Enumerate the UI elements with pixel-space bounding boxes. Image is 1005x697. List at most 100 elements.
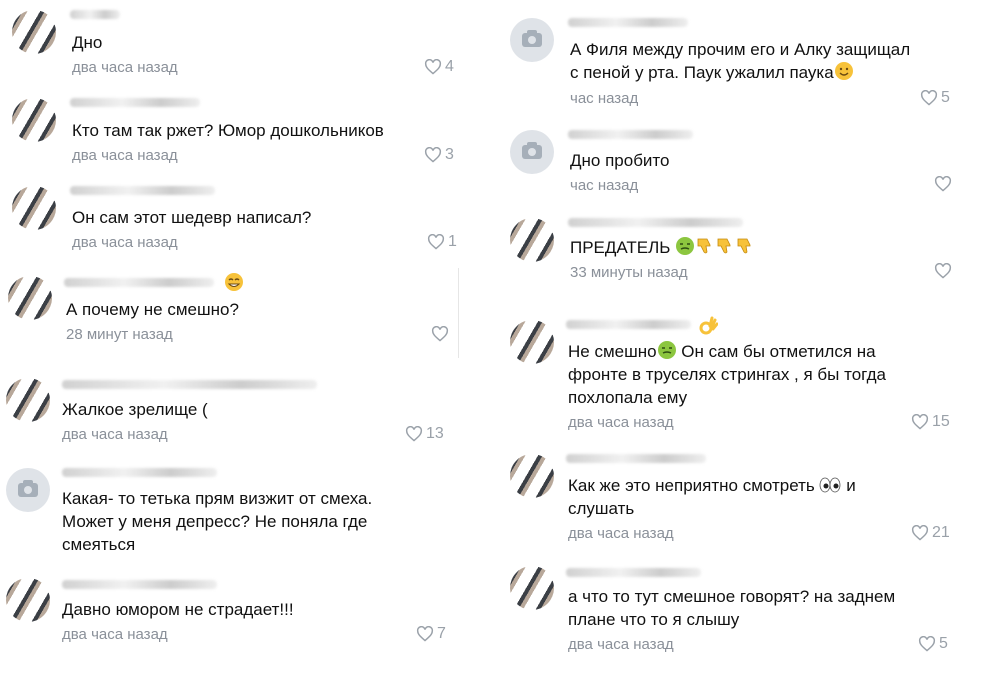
comment: Какая- то тетька прям визжит от смеха. М… xyxy=(0,460,460,570)
like-count: 5 xyxy=(941,89,950,106)
like-button[interactable]: 5 xyxy=(920,89,950,107)
comment-text: Какая- то тетька прям визжит от смеха. М… xyxy=(62,489,373,554)
author-name-redacted[interactable] xyxy=(70,10,120,19)
author-name-redacted[interactable] xyxy=(568,218,743,227)
comment-time[interactable]: два часа назад xyxy=(62,626,168,643)
comment-text: Кто там так ржет? Юмор дошкольников xyxy=(72,121,384,140)
nauseated-face-emoji xyxy=(657,341,676,359)
comment-time[interactable]: 28 минут назад xyxy=(66,326,173,343)
like-count: 7 xyxy=(437,625,446,642)
like-button[interactable]: 5 xyxy=(918,635,948,653)
comment-text: Дно пробито xyxy=(570,151,670,170)
heart-icon xyxy=(427,234,445,250)
sweat-smile-emoji xyxy=(225,273,243,291)
author-name-redacted[interactable] xyxy=(70,98,200,107)
author-name-redacted[interactable] xyxy=(62,580,217,589)
author-name-redacted[interactable] xyxy=(62,380,317,389)
avatar[interactable] xyxy=(12,186,56,230)
ok-hand-emoji xyxy=(699,316,718,335)
like-button[interactable]: 7 xyxy=(416,625,446,643)
like-count: 15 xyxy=(932,413,950,430)
comment-text: ПРЕДАТЕЛЬ xyxy=(570,236,755,259)
smiling-face-emoji xyxy=(834,62,853,80)
author-name-redacted[interactable] xyxy=(64,278,214,287)
like-count: 3 xyxy=(445,146,454,163)
avatar[interactable] xyxy=(12,10,56,54)
avatar[interactable] xyxy=(8,276,52,320)
heart-icon xyxy=(934,176,952,192)
comment: Жалкое зрелище ( два часа назад 13 xyxy=(0,370,460,460)
like-button[interactable] xyxy=(934,176,955,192)
like-count: 4 xyxy=(445,58,454,75)
comment-time[interactable]: два часа назад xyxy=(62,426,168,443)
avatar[interactable] xyxy=(510,454,554,498)
comment-text: А почему не смешно? xyxy=(66,300,239,319)
thumbs-down-emoji xyxy=(737,238,751,254)
like-button[interactable]: 4 xyxy=(424,58,454,76)
comment: ПРЕДАТЕЛЬ 33 минуты назад xyxy=(500,208,960,298)
avatar[interactable] xyxy=(510,566,554,610)
avatar[interactable] xyxy=(6,468,50,512)
heart-icon xyxy=(424,147,442,163)
avatar[interactable] xyxy=(510,130,554,174)
author-name-redacted[interactable] xyxy=(62,468,217,477)
comment-text: а что то тут смешное говорят? на заднем … xyxy=(568,587,896,629)
heart-icon xyxy=(911,525,929,541)
comment-time[interactable]: два часа назад xyxy=(568,636,674,653)
comment-time[interactable]: час назад xyxy=(570,177,638,194)
comment-text: Не смешно Он сам бы отметился на фронте … xyxy=(568,341,886,407)
like-count: 21 xyxy=(932,524,950,541)
comment: Дно пробито час назад xyxy=(500,120,960,208)
avatar[interactable] xyxy=(6,578,50,622)
heart-icon xyxy=(405,426,423,442)
comment-time[interactable]: 33 минуты назад xyxy=(570,264,688,281)
comment: Как же это неприятно смотреть и слушать … xyxy=(500,444,960,554)
avatar[interactable] xyxy=(510,218,554,262)
heart-icon xyxy=(416,626,434,642)
avatar[interactable] xyxy=(6,378,50,422)
like-button[interactable]: 21 xyxy=(911,524,950,542)
divider xyxy=(458,268,459,358)
like-button[interactable]: 15 xyxy=(911,413,950,431)
camera-placeholder-icon xyxy=(18,480,38,497)
avatar[interactable] xyxy=(510,320,554,364)
comment: Дно два часа назад 4 xyxy=(0,0,460,90)
comment: Он сам этот шедевр написал? два часа наз… xyxy=(0,178,460,266)
thumbs-down-emoji xyxy=(717,238,731,254)
comment: А почему не смешно? 28 минут назад xyxy=(0,266,460,366)
author-name-redacted[interactable] xyxy=(566,320,691,329)
author-name-redacted[interactable] xyxy=(566,568,701,577)
comment: а что то тут смешное говорят? на заднем … xyxy=(500,556,960,666)
comment: Давно юмором не страдает!!! два часа наз… xyxy=(0,570,460,670)
like-button[interactable] xyxy=(934,263,955,279)
comment-time[interactable]: два часа назад xyxy=(72,234,178,251)
comment-text: Как же это неприятно смотреть и слушать xyxy=(568,476,856,518)
comment-time[interactable]: два часа назад xyxy=(568,525,674,542)
author-name-redacted[interactable] xyxy=(568,18,688,27)
comment-text: Дно xyxy=(72,33,103,52)
comment-text: Жалкое зрелище ( xyxy=(62,400,208,419)
comment-text: А Филя между прочим его и Алку защищал с… xyxy=(570,40,911,82)
like-button[interactable]: 3 xyxy=(424,146,454,164)
author-name-redacted[interactable] xyxy=(70,186,215,195)
heart-icon xyxy=(431,326,449,342)
like-button[interactable] xyxy=(431,326,452,342)
author-name-redacted[interactable] xyxy=(566,454,706,463)
camera-placeholder-icon xyxy=(522,30,542,47)
comment-time[interactable]: час назад xyxy=(570,90,638,107)
author-name-redacted[interactable] xyxy=(568,130,693,139)
heart-icon xyxy=(911,414,929,430)
avatar[interactable] xyxy=(12,98,56,142)
comment-time[interactable]: два часа назад xyxy=(72,59,178,76)
comment-time[interactable]: два часа назад xyxy=(72,147,178,164)
comment-time[interactable]: два часа назад xyxy=(568,414,674,431)
like-count: 1 xyxy=(448,233,457,250)
camera-placeholder-icon xyxy=(522,142,542,159)
like-count: 13 xyxy=(426,425,444,442)
like-button[interactable]: 13 xyxy=(405,425,444,443)
like-button[interactable]: 1 xyxy=(427,233,457,251)
eyes-emoji xyxy=(820,477,841,493)
avatar[interactable] xyxy=(510,18,554,62)
comments-column-right: А Филя между прочим его и Алку защищал с… xyxy=(500,0,1005,697)
heart-icon xyxy=(918,636,936,652)
